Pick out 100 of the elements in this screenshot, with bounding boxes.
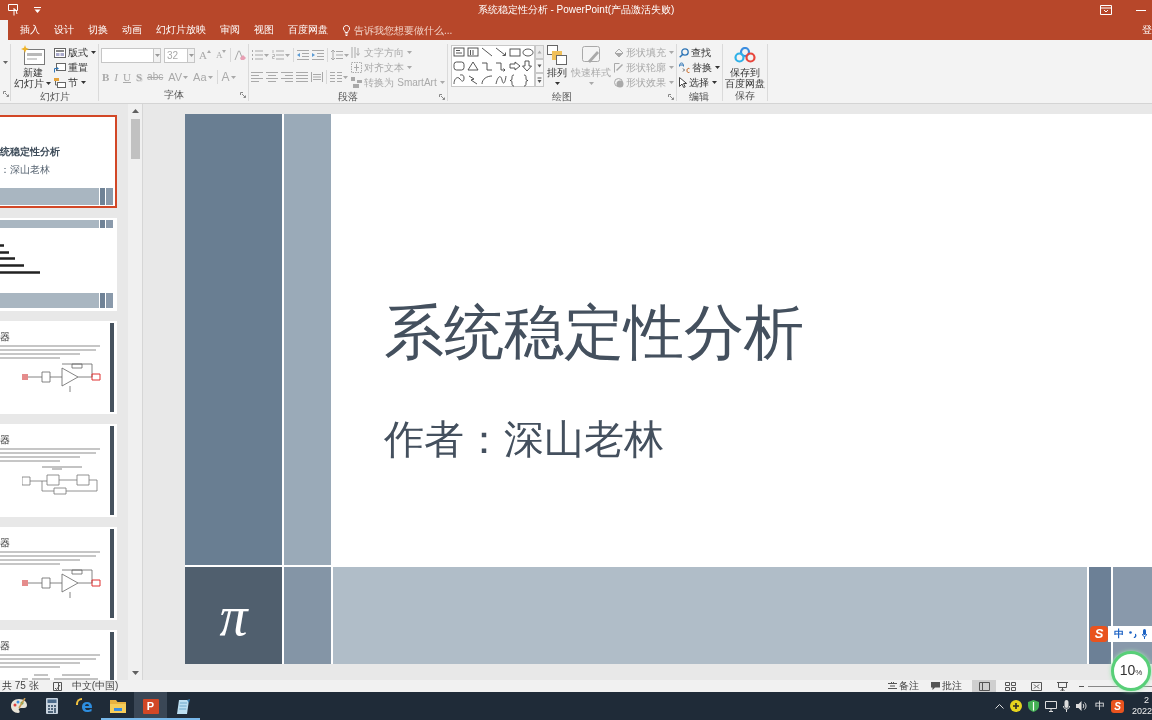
find-button[interactable]: 查找: [678, 45, 720, 60]
arrange-icon: [546, 45, 567, 65]
presenter-screen-icon: [1056, 681, 1068, 691]
speaker-icon[interactable]: [1075, 701, 1087, 711]
replace-icon: [678, 62, 690, 73]
new-slide-button[interactable]: 新建 幻灯片: [13, 44, 52, 90]
quick-styles-icon: [579, 45, 602, 65]
ribbon-tab[interactable]: 切换: [81, 20, 115, 40]
ribbon-tab[interactable]: 审阅: [213, 20, 247, 40]
shape-gallery[interactable]: [450, 45, 535, 87]
spell-check-icon[interactable]: [52, 681, 62, 691]
caret-icon: [668, 66, 674, 69]
select-button[interactable]: 选择: [678, 75, 720, 90]
comment-icon: [931, 682, 940, 690]
arrange-button[interactable]: 排列: [545, 44, 568, 90]
sign-in-link[interactable]: 登: [1142, 20, 1152, 40]
replace-button[interactable]: 替换: [678, 60, 720, 75]
language-indicator[interactable]: 中文(中国): [69, 680, 119, 692]
clock-time[interactable]: 2: [1131, 695, 1152, 706]
slide-thumbnail[interactable]: [0, 218, 117, 311]
ime-logo[interactable]: S: [1090, 626, 1108, 642]
ribbon-tab[interactable]: 插入: [13, 20, 47, 40]
slide-thumbnail[interactable]: 器: [0, 321, 117, 414]
customize-caret-icon[interactable]: [34, 7, 41, 13]
caret-icon: [439, 81, 445, 84]
caret-icon: [668, 51, 674, 54]
scrollbar-thumb[interactable]: [130, 119, 140, 159]
presentation-app-icon: P: [142, 698, 159, 714]
window-title: 系统稳定性分析 - PowerPoint(产品激活失败): [477, 3, 675, 17]
caret-icon: [343, 75, 349, 79]
monitor-icon[interactable]: [1044, 700, 1057, 712]
dialog-launcher-icon[interactable]: [240, 91, 247, 98]
microphone-icon[interactable]: [1142, 629, 1147, 639]
palette-icon: [9, 698, 28, 714]
slide-subtitle[interactable]: 作者：深山老林: [384, 415, 664, 463]
ribbon-display-options-icon[interactable]: [1100, 5, 1112, 15]
save-to-cloud-button[interactable]: 保存到 百度网盘: [723, 44, 766, 89]
caret-icon: [554, 82, 560, 85]
caret-down-icon: [222, 50, 227, 53]
section-button[interactable]: 节: [54, 75, 96, 90]
layout-button[interactable]: 版式: [54, 45, 96, 60]
gallery-down-icon[interactable]: [534, 59, 544, 73]
scroll-down-icon[interactable]: [131, 671, 139, 675]
slide-title[interactable]: 系统稳定性分析: [384, 297, 804, 367]
search-icon: [678, 47, 689, 58]
cloud-icon: [733, 47, 756, 63]
ribbon-tab[interactable]: 幻灯片放映: [149, 20, 213, 40]
gallery-more-icon[interactable]: [534, 73, 544, 87]
pi-symbol: π: [219, 585, 248, 646]
thumbnail-heading: 器: [0, 537, 10, 548]
folder-icon: [109, 699, 126, 713]
plus-badge-icon[interactable]: [1009, 700, 1022, 712]
ribbon-tab[interactable]: 视图: [247, 20, 281, 40]
reading-view-icon: [1030, 681, 1042, 691]
caret-icon: [183, 75, 189, 79]
ribbon-tab[interactable]: 动画: [115, 20, 149, 40]
chevron-up-icon[interactable]: [994, 703, 1004, 709]
input-mode-indicator[interactable]: 中: [1114, 628, 1124, 640]
slide-count: 共 75 张: [1, 680, 39, 692]
caret-icon: [407, 51, 413, 54]
punctuation-icon[interactable]: [1129, 630, 1137, 638]
tell-me-field[interactable]: 告诉我您想要做什么...: [343, 20, 458, 40]
ribbon-tab[interactable]: 百度网盘: [281, 20, 335, 40]
caret-icon: [407, 66, 413, 69]
scroll-up-icon[interactable]: [131, 109, 139, 113]
reset-button[interactable]: 重置: [54, 60, 96, 75]
group-label: 幻灯片: [39, 90, 70, 103]
slide-thumbnail[interactable]: 器: [0, 424, 117, 517]
thumbnail-subtitle: ：深山老林: [0, 164, 50, 176]
caret-icon: [714, 66, 720, 69]
slide-thumbnail[interactable]: 统稳定性分析 ：深山老林: [0, 115, 117, 208]
dialog-launcher-icon[interactable]: [667, 93, 674, 100]
dialog-launcher-icon[interactable]: [3, 91, 9, 97]
dialog-launcher-icon[interactable]: [438, 93, 445, 100]
notes-button[interactable]: 备注: [888, 680, 919, 692]
ime-logo[interactable]: S: [1110, 699, 1124, 713]
minimize-icon[interactable]: [1136, 9, 1146, 11]
smartart-icon: [351, 77, 363, 88]
font-size-dropdown[interactable]: [187, 47, 195, 63]
scrollbar[interactable]: [128, 104, 143, 680]
slide-thumbnail[interactable]: 器: [0, 527, 117, 620]
input-mode-indicator[interactable]: 中: [1094, 700, 1105, 712]
caret-icon: [91, 51, 96, 54]
ribbon-tab[interactable]: 设计: [47, 20, 81, 40]
caret-icon: [588, 82, 594, 85]
taskbar-button[interactable]: P: [134, 692, 167, 720]
text-direction-icon: [351, 47, 363, 58]
caret-icon[interactable]: [2, 61, 8, 64]
align-text-icon: [351, 62, 363, 73]
bold-text-lines: [0, 244, 40, 276]
normal-view-button[interactable]: [972, 680, 996, 692]
shield-icon[interactable]: [1027, 700, 1039, 712]
notes-icon: [888, 682, 897, 690]
comments-button[interactable]: 批注: [931, 680, 962, 692]
clock-date[interactable]: 2022: [1131, 706, 1152, 717]
font-name-dropdown[interactable]: [153, 47, 161, 63]
caret-icon: [46, 82, 51, 85]
slide-thumbnail[interactable]: 器: [0, 630, 117, 680]
taskbar-button[interactable]: e: [68, 692, 101, 720]
microphone-icon[interactable]: [1062, 700, 1070, 712]
